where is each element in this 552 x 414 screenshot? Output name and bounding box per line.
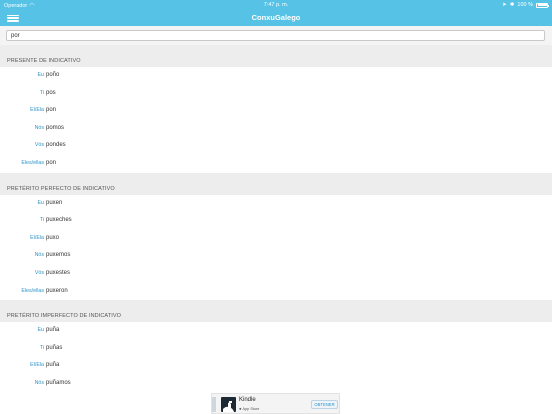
conjugation-row: El/Ela puña [0,357,552,375]
ad-app-name[interactable]: Kindle [239,397,256,403]
section-title: PRETÉRITO IMPERFECTO DE INDICATIVO [7,313,122,320]
verb-form: puñas [46,344,63,351]
conjugation-row: Vós pondes [0,137,552,155]
conjugation-row: Eu puxen [0,194,552,213]
conjugation-row: Eu poño [0,67,552,85]
verb-form: puña [46,362,60,369]
ad-store-label: ●App Store [239,406,259,411]
person-label: Ti [39,89,44,96]
person-label: Nós [34,379,44,386]
ad-banner[interactable]: Kindle ●App Store OBTENER [211,393,340,414]
verb-form: puxo [46,234,60,241]
battery-icon [536,2,549,8]
person-label: Nós [34,124,44,131]
conjugation-row: Ti pos [0,84,552,103]
person-label: Vós [34,142,44,149]
conjugation-row: Vós puxestes [0,264,552,283]
conjugation-row: Ti puxeches [0,212,552,230]
status-time: 7:47 p. m. [263,2,289,8]
status-bar: Operador ◠ 7:47 p. m. ➤ ✱ 100 % [0,0,552,10]
verb-form: puxemos [46,252,71,259]
ad-choices-icon[interactable] [212,397,216,412]
kindle-app-icon[interactable] [221,397,236,412]
section-title: PRETÉRITO PERFECTO DE INDICATIVO [7,185,115,192]
person-label: Eu [37,327,44,334]
person-label: Eu [37,199,44,206]
ad-store-text: App Store [242,407,260,411]
location-arrow-icon: ➤ [502,2,507,8]
conjugation-row: El/Ela puxo [0,229,552,248]
person-label: Vós [34,269,44,276]
section-title: PRESENTE DE INDICATIVO [7,58,81,64]
section-header: PRETÉRITO PERFECTO DE INDICATIVO [0,172,552,195]
app-title: ConxuGalego [251,13,301,22]
verb-search-input[interactable] [6,30,545,41]
conjugation-row: Eles/ellas puxeron [0,282,552,301]
conjugation-row: Ti puñas [0,339,552,358]
apple-icon: ● [239,406,242,411]
verb-form: puñamos [46,379,71,386]
conjugation-row: Eles/ellas pon [0,154,552,173]
person-label: Eu [37,72,44,78]
verb-form: puña [46,327,60,334]
verb-form: pon [46,107,57,114]
person-label: El/Ela [30,362,44,369]
bluetooth-icon: ✱ [509,2,515,8]
section-header: PRETÉRITO IMPERFECTO DE INDICATIVO [0,300,552,323]
search-bar [0,26,552,45]
person-label: Nós [34,252,44,259]
conjugation-row: Nós puxemos [0,247,552,265]
person-label: El/Ela [30,107,44,114]
conjugation-row: El/Ela pon [0,102,552,120]
person-label: Eles/ellas [21,287,44,294]
section-header: PRESENTE DE INDICATIVO [0,45,552,67]
status-right: ➤ ✱ 100 % [502,2,549,8]
verb-form: pomos [46,124,65,131]
battery-percent: 100 % [517,2,533,8]
nav-bar: ConxuGalego [0,10,552,26]
get-app-button[interactable]: OBTENER [311,400,338,409]
verb-form: puxeron [46,287,68,294]
verb-form: puxestes [46,269,71,276]
person-label: Ti [39,217,44,224]
person-label: Eles/ellas [21,159,44,166]
verb-form: pon [46,159,57,166]
conjugation-row: Eu puña [0,322,552,340]
verb-form: pondes [46,142,66,149]
conjugation-row: Nós puñamos [0,374,552,390]
verb-form: puxeches [46,217,72,224]
person-label: Ti [39,344,44,351]
verb-form: pos [46,89,56,96]
verb-form: poño [46,72,60,78]
conjugation-row: Nós pomos [0,119,552,138]
conjugation-list[interactable]: PRESENTE DE INDICATIVO Eu poño Ti pos El/Ela p… [0,45,552,390]
person-label: El/Ela [30,234,44,241]
verb-form: puxen [46,199,63,206]
